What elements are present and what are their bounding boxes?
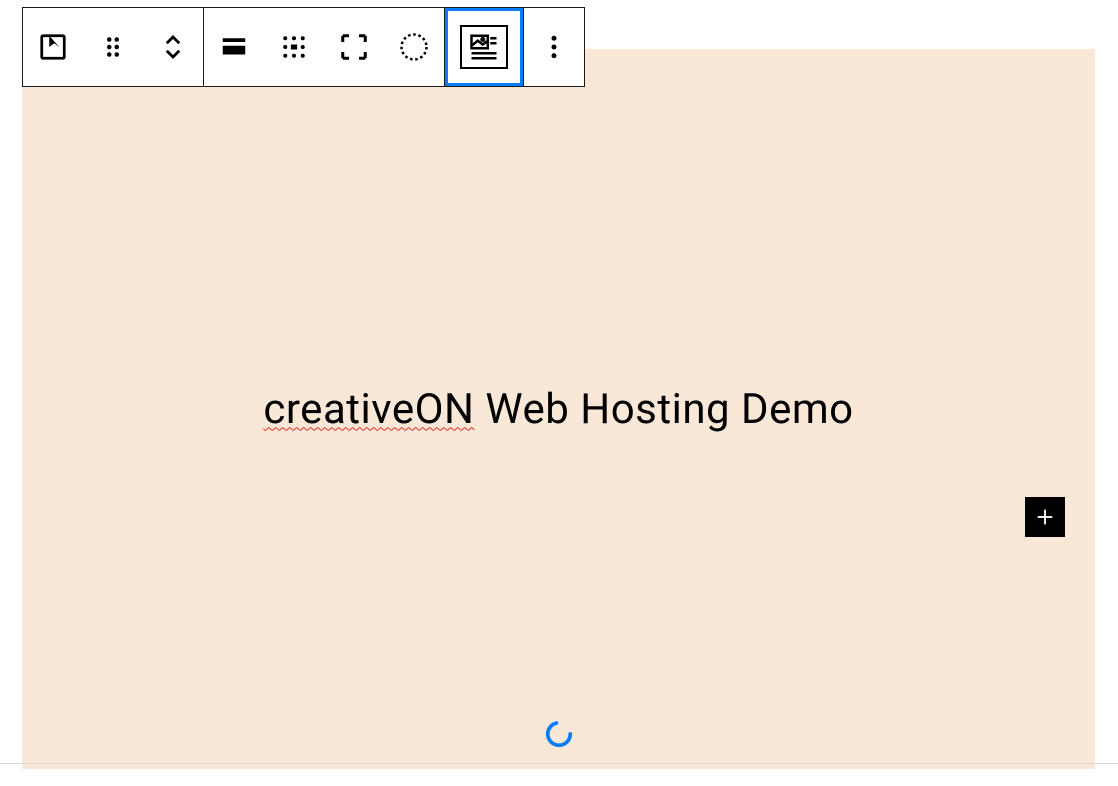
plus-icon bbox=[1034, 506, 1056, 528]
content-position-button[interactable] bbox=[264, 8, 324, 86]
spinner-icon bbox=[544, 719, 574, 749]
cover-block[interactable]: creativeON Web Hosting Demo bbox=[22, 49, 1095, 769]
content-position-icon bbox=[279, 32, 309, 62]
duotone-icon bbox=[399, 32, 429, 62]
block-toolbar bbox=[22, 7, 585, 87]
chevron-up-down-icon bbox=[158, 32, 188, 62]
loading-spinner bbox=[544, 719, 574, 753]
duotone-filter-button[interactable] bbox=[384, 8, 444, 86]
toolbar-group-media bbox=[445, 8, 524, 86]
toolbar-group-block bbox=[23, 8, 204, 86]
cover-title-word-spellcheck: creativeON bbox=[263, 385, 474, 434]
cover-title-rest: Web Hosting Demo bbox=[474, 385, 853, 434]
cover-block-icon bbox=[38, 32, 68, 62]
align-wide-icon bbox=[219, 32, 249, 62]
block-type-button[interactable] bbox=[23, 8, 83, 86]
move-up-down-button[interactable] bbox=[143, 8, 203, 86]
cover-title[interactable]: creativeON Web Hosting Demo bbox=[263, 385, 853, 434]
add-block-button[interactable] bbox=[1025, 497, 1065, 537]
media-icon-frame bbox=[460, 25, 508, 69]
change-alignment-button[interactable] bbox=[204, 8, 264, 86]
more-options-button[interactable] bbox=[524, 8, 584, 86]
drag-handle-icon bbox=[98, 32, 128, 62]
more-vertical-icon bbox=[539, 32, 569, 62]
add-media-button[interactable] bbox=[445, 8, 523, 86]
full-height-icon bbox=[339, 32, 369, 62]
full-height-button[interactable] bbox=[324, 8, 384, 86]
media-text-icon bbox=[469, 32, 499, 62]
toolbar-group-more bbox=[524, 8, 584, 86]
page-bottom-divider bbox=[0, 763, 1118, 764]
drag-handle-button[interactable] bbox=[83, 8, 143, 86]
toolbar-group-layout bbox=[204, 8, 445, 86]
